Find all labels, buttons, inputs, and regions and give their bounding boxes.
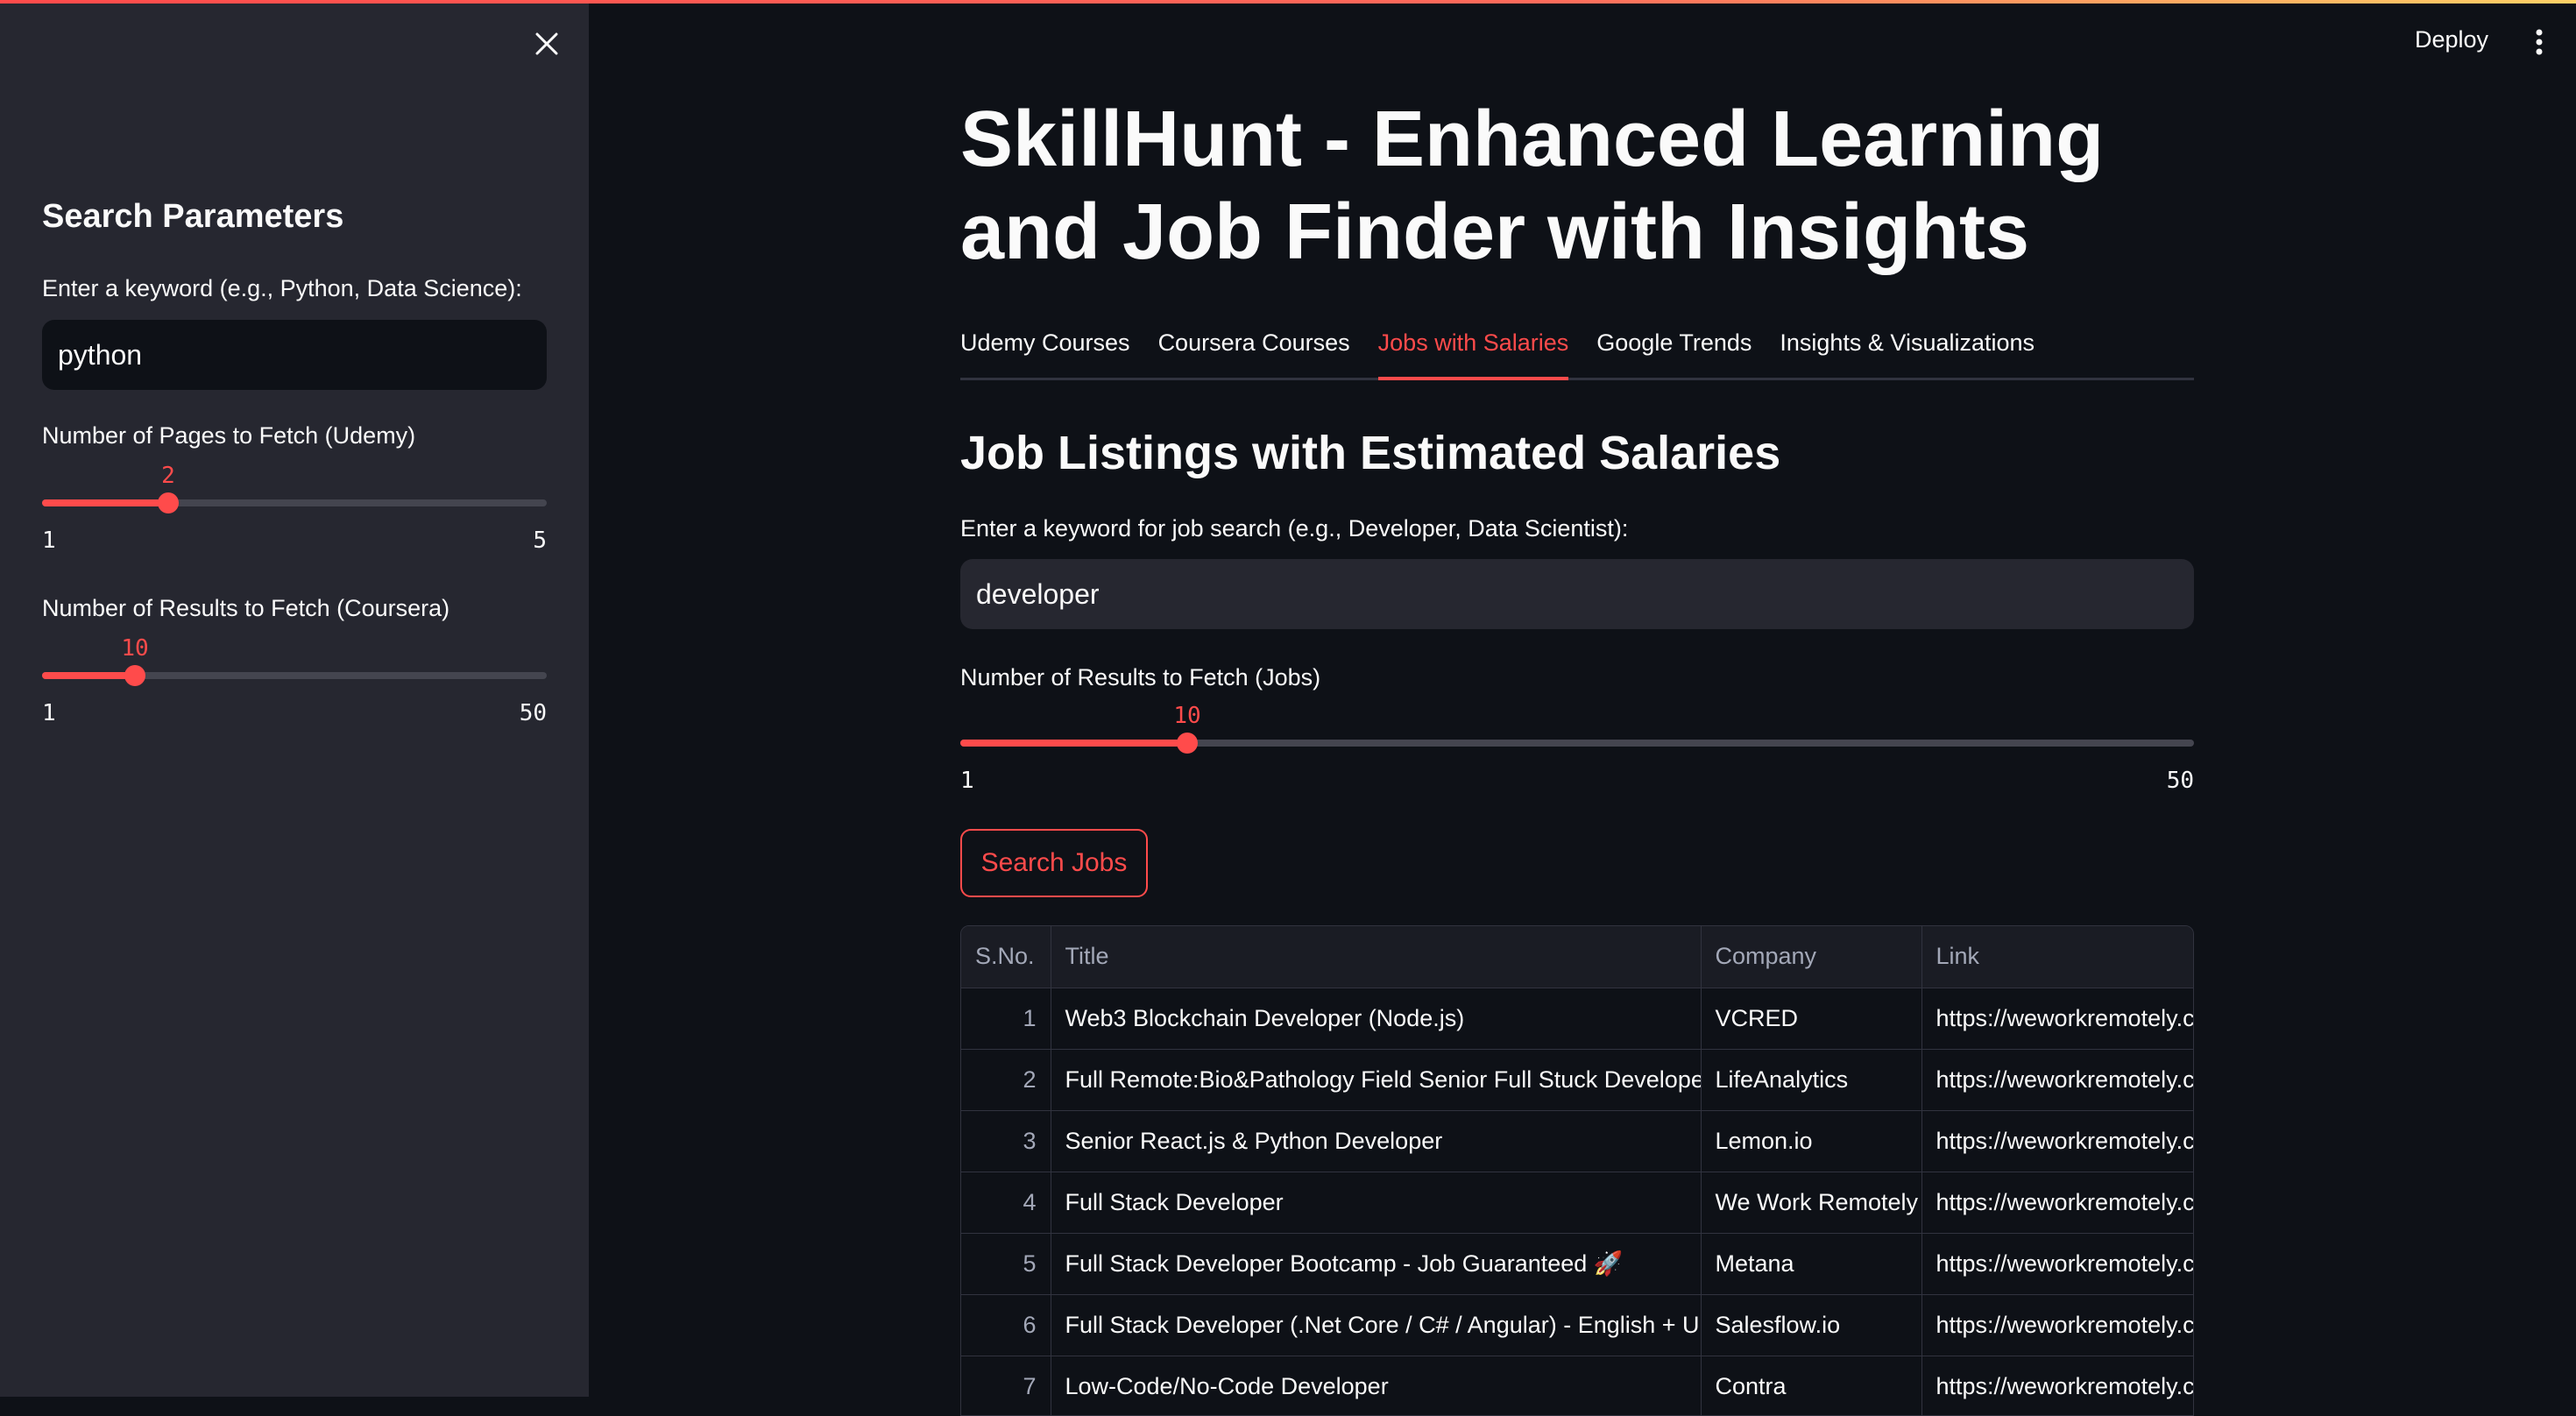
udemy-pages-slider[interactable]: 2 1 5 [42, 463, 547, 554]
kebab-menu-icon [2536, 29, 2543, 55]
cell-company: Salesflow.io [1701, 1294, 1922, 1356]
sidebar: Search Parameters Enter a keyword (e.g.,… [0, 0, 589, 1397]
table-row[interactable]: 1 Web3 Blockchain Developer (Node.js) VC… [961, 988, 2193, 1050]
cell-company: Contra [1701, 1356, 1922, 1415]
tab-google-trends[interactable]: Google Trends [1596, 324, 1752, 380]
deploy-button[interactable]: Deploy [2415, 26, 2488, 53]
tab-insights-visualizations[interactable]: Insights & Visualizations [1780, 324, 2035, 380]
cell-title: Full Stack Developer (.Net Core / C# / A… [1051, 1294, 1702, 1356]
cell-sno: 5 [961, 1233, 1051, 1295]
slider-thumb[interactable] [158, 492, 179, 513]
slider-fill [42, 499, 168, 506]
table-row[interactable]: 3 Senior React.js & Python Developer Lem… [961, 1110, 2193, 1172]
column-header-link[interactable]: Link [1921, 926, 2193, 988]
cell-sno: 2 [961, 1049, 1051, 1111]
slider-fill [960, 740, 1188, 747]
keyword-label: Enter a keyword (e.g., Python, Data Scie… [42, 275, 522, 301]
slider-thumb[interactable] [124, 665, 145, 686]
slider-fill [42, 672, 135, 679]
table-row[interactable]: 2 Full Remote:Bio&Pathology Field Senior… [961, 1049, 2193, 1111]
cell-title: Full Remote:Bio&Pathology Field Senior F… [1051, 1049, 1702, 1111]
column-header-sno[interactable]: S.No. [961, 926, 1051, 988]
main-content: SkillHunt - Enhanced Learning and Job Fi… [960, 0, 2194, 1416]
cell-link[interactable]: https://weworkremotely.c [1921, 1110, 2193, 1172]
keyword-input[interactable] [42, 320, 547, 390]
slider-value: 10 [1173, 703, 1201, 729]
main-menu-button[interactable] [2523, 26, 2555, 58]
cell-sno: 3 [961, 1110, 1051, 1172]
cell-company: LifeAnalytics [1701, 1049, 1922, 1111]
cell-title: Full Stack Developer [1051, 1172, 1702, 1234]
cell-link[interactable]: https://weworkremotely.c [1921, 1233, 2193, 1295]
job-keyword-input[interactable] [960, 559, 2194, 629]
sidebar-title: Search Parameters [42, 198, 344, 235]
cell-link[interactable]: https://weworkremotely.c [1921, 1172, 2193, 1234]
cell-title: Web3 Blockchain Developer (Node.js) [1051, 988, 1702, 1050]
slider-thumb[interactable] [1177, 733, 1199, 754]
cell-company: Lemon.io [1701, 1110, 1922, 1172]
cell-link[interactable]: https://weworkremotely.c [1921, 1049, 2193, 1111]
slider-min: 1 [960, 768, 974, 794]
cell-sno: 7 [961, 1356, 1051, 1415]
slider-min: 1 [42, 700, 56, 726]
table-row[interactable]: 5 Full Stack Developer Bootcamp - Job Gu… [961, 1233, 2193, 1295]
tab-udemy-courses[interactable]: Udemy Courses [960, 324, 1130, 380]
slider-max: 50 [519, 700, 547, 726]
search-jobs-button[interactable]: Search Jobs [960, 829, 1148, 897]
cell-sno: 4 [961, 1172, 1051, 1234]
udemy-pages-label: Number of Pages to Fetch (Udemy) [42, 422, 416, 449]
slider-max: 5 [533, 527, 547, 554]
table-header-row: S.No. Title Company Link [961, 926, 2193, 988]
cell-sno: 1 [961, 988, 1051, 1050]
jobs-results-label: Number of Results to Fetch (Jobs) [960, 664, 1321, 690]
slider-value: 2 [161, 463, 175, 489]
page-title: SkillHunt - Enhanced Learning and Job Fi… [960, 96, 2105, 276]
table-row[interactable]: 4 Full Stack Developer We Work Remotely … [961, 1172, 2193, 1234]
cell-title: Low-Code/No-Code Developer [1051, 1356, 1702, 1415]
job-keyword-label: Enter a keyword for job search (e.g., De… [960, 515, 1629, 542]
jobs-results-slider[interactable]: 10 1 50 [960, 703, 2194, 794]
close-sidebar-button[interactable] [529, 26, 564, 61]
coursera-results-slider[interactable]: 10 1 50 [42, 635, 547, 726]
cell-link[interactable]: https://weworkremotely.c [1921, 1356, 2193, 1415]
tab-jobs-with-salaries[interactable]: Jobs with Salaries [1377, 324, 1569, 380]
slider-value: 10 [121, 635, 149, 662]
cell-company: We Work Remotely [1701, 1172, 1922, 1234]
close-icon [535, 32, 558, 55]
cell-title: Full Stack Developer Bootcamp - Job Guar… [1051, 1233, 1702, 1295]
slider-min: 1 [42, 527, 56, 554]
cell-company: VCRED [1701, 988, 1922, 1050]
slider-max: 50 [2166, 768, 2194, 794]
cell-link[interactable]: https://weworkremotely.c [1921, 1294, 2193, 1356]
column-header-company[interactable]: Company [1701, 926, 1922, 988]
column-header-title[interactable]: Title [1051, 926, 1702, 988]
top-accent-bar [0, 0, 2576, 4]
section-title: Job Listings with Estimated Salaries [960, 427, 1781, 479]
table-row[interactable]: 6 Full Stack Developer (.Net Core / C# /… [961, 1294, 2193, 1356]
cell-link[interactable]: https://weworkremotely.c [1921, 988, 2193, 1050]
cell-sno: 6 [961, 1294, 1051, 1356]
table-row[interactable]: 7 Low-Code/No-Code Developer Contra http… [961, 1356, 2193, 1415]
tab-coursera-courses[interactable]: Coursera Courses [1158, 324, 1350, 380]
cell-company: Metana [1701, 1233, 1922, 1295]
jobs-table[interactable]: S.No. Title Company Link 1 Web3 Blockcha… [960, 925, 2194, 1416]
tab-bar: Udemy Courses Coursera Courses Jobs with… [960, 324, 2194, 380]
cell-title: Senior React.js & Python Developer [1051, 1110, 1702, 1172]
coursera-results-label: Number of Results to Fetch (Coursera) [42, 595, 450, 621]
